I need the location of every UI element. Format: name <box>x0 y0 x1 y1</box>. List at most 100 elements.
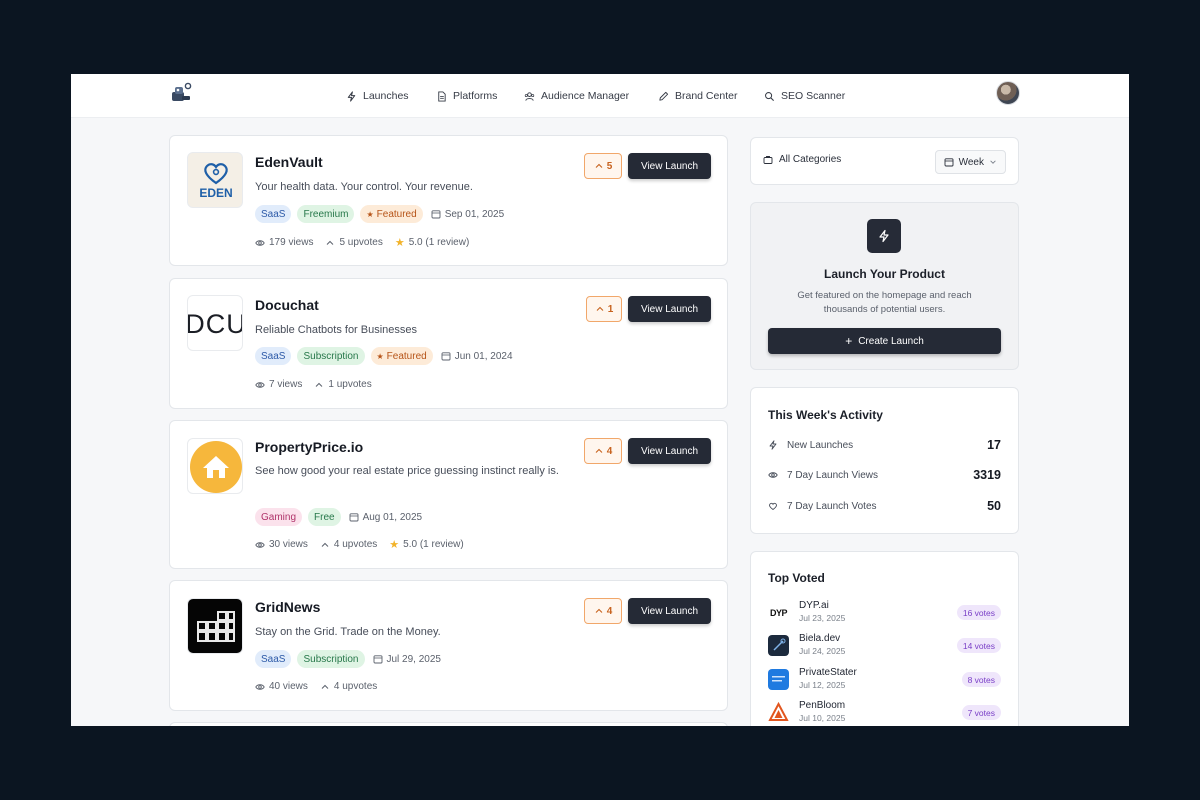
upvote-button[interactable]: 4 <box>584 598 622 624</box>
launch-card: PropertyPrice.io See how good your real … <box>169 420 728 569</box>
activity-row: New Launches 17 <box>768 435 1001 455</box>
top-voted-item[interactable]: PenBloom Jul 10, 2025 7 votes <box>768 699 1001 725</box>
tag[interactable]: Free <box>308 508 341 526</box>
top-voted-title: Top Voted <box>768 571 825 585</box>
launch-card-partial <box>169 722 728 726</box>
chevron-up-icon <box>595 163 603 168</box>
promo-description: Get featured on the homepage and reach t… <box>797 290 972 315</box>
top-voted-panel: Top Voted DYP DYP.ai Jul 23, 2025 16 vot… <box>750 551 1019 726</box>
launch-description: Reliable Chatbots for Businesses <box>255 324 418 336</box>
rating-text: 5.0 (1 review) <box>408 237 470 248</box>
site-logo-icon[interactable] <box>169 81 193 105</box>
activity-value: 17 <box>987 438 1001 452</box>
chevron-up-icon <box>316 382 323 387</box>
launch-title[interactable]: PropertyPrice.io <box>255 439 363 455</box>
nav-seo-scanner-label: SEO Scanner <box>781 90 846 102</box>
period-select[interactable]: Week <box>934 150 1006 174</box>
upvote-button[interactable]: 4 <box>584 438 622 464</box>
pencil-icon <box>659 91 669 101</box>
launch-logo <box>187 438 243 494</box>
launch-title[interactable]: Docuchat <box>255 297 319 313</box>
chevron-up-icon <box>321 542 329 547</box>
launch-date-text: Jul 29, 2025 <box>386 653 442 665</box>
tag[interactable]: Freemium <box>297 205 355 223</box>
eye-icon <box>255 541 265 548</box>
featured-tag[interactable]: ★ Featured <box>360 205 423 223</box>
top-voted-logo: DYP <box>768 602 789 623</box>
calendar-icon <box>944 158 954 167</box>
top-voted-item[interactable]: PrivateStater Jul 12, 2025 8 votes <box>768 666 1001 692</box>
bolt-icon <box>769 440 777 450</box>
create-launch-button[interactable]: + Create Launch <box>768 328 1001 354</box>
calendar-icon <box>441 352 451 361</box>
create-launch-label: Create Launch <box>858 335 924 347</box>
tag[interactable]: Subscription <box>297 347 365 365</box>
view-launch-button[interactable]: View Launch <box>628 598 711 624</box>
nav-platforms-label: Platforms <box>453 90 498 102</box>
calendar-icon <box>349 513 359 522</box>
calendar-icon <box>431 210 441 219</box>
launch-logo <box>187 598 243 654</box>
nav-launches[interactable]: Launches <box>346 86 409 106</box>
nav-seo-scanner[interactable]: SEO Scanner <box>764 86 845 106</box>
tag[interactable]: SaaS <box>255 205 292 223</box>
period-select-value: Week <box>958 156 984 168</box>
tag[interactable]: Subscription <box>297 650 365 668</box>
upvotes-count: 1 upvotes <box>328 379 372 390</box>
launch-title[interactable]: EdenVault <box>255 154 323 170</box>
tag[interactable]: SaaS <box>255 650 292 668</box>
nav-audience-manager[interactable]: Audience Manager <box>524 86 629 106</box>
top-voted-logo <box>768 669 789 690</box>
votes-badge: 8 votes <box>961 672 1001 687</box>
launch-card: EDEN EdenVault Your health data. Your co… <box>169 135 728 266</box>
upvote-count: 4 <box>606 605 613 617</box>
launch-title[interactable]: GridNews <box>255 599 320 615</box>
views-count: 7 views <box>269 379 303 390</box>
nav-brand-center[interactable]: Brand Center <box>658 86 737 106</box>
launch-logo: DCU <box>187 295 243 351</box>
category-filter-label: All Categories <box>779 154 842 165</box>
chevron-up-icon <box>327 240 334 245</box>
category-filter[interactable]: All Categories <box>763 154 841 165</box>
view-launch-button[interactable]: View Launch <box>628 438 711 464</box>
chevron-down-icon <box>990 160 996 164</box>
upvote-count: 5 <box>606 160 613 172</box>
plus-icon: + <box>845 334 853 348</box>
launch-tags: Gaming Free Aug 01, 2025 <box>255 508 422 526</box>
featured-tag[interactable]: ★ Featured <box>370 347 433 365</box>
nav-platforms[interactable]: Platforms <box>436 86 497 106</box>
launch-logo-text: EDEN <box>199 186 232 200</box>
votes-badge: 14 votes <box>956 638 1001 653</box>
user-avatar[interactable] <box>996 81 1020 105</box>
tag[interactable]: Gaming <box>255 508 303 526</box>
launch-stats: 179 views 5 upvotes ★ 5.0 (1 review) <box>255 236 469 249</box>
view-launch-button[interactable]: View Launch <box>628 296 711 322</box>
eye-icon <box>255 239 265 246</box>
launch-description: See how good your real estate price gues… <box>255 465 559 477</box>
nav-audience-manager-label: Audience Manager <box>541 90 630 102</box>
top-voted-logo <box>768 702 789 723</box>
launch-card: GridNews Stay on the Grid. Trade on the … <box>169 580 728 711</box>
top-voted-item[interactable]: Biela.dev Jul 24, 2025 14 votes <box>768 632 1001 658</box>
launch-tags: SaaS Freemium ★ Featured Sep 01, 2025 <box>255 205 504 223</box>
views-count: 30 views <box>269 539 308 550</box>
chevron-up-icon <box>595 448 603 453</box>
promo-title: Launch Your Product <box>824 267 945 281</box>
view-launch-button[interactable]: View Launch <box>628 153 711 179</box>
upvote-button[interactable]: 1 <box>586 296 622 322</box>
upvote-button[interactable]: 5 <box>584 153 622 179</box>
tag[interactable]: SaaS <box>255 347 292 365</box>
star-icon: ★ <box>376 351 384 361</box>
launch-date: Sep 01, 2025 <box>431 209 504 220</box>
top-voted-date: Jul 12, 2025 <box>799 680 846 690</box>
folder-icon <box>763 155 773 164</box>
top-voted-item[interactable]: DYP DYP.ai Jul 23, 2025 16 votes <box>768 599 1001 625</box>
activity-label: 7 Day Launch Votes <box>787 500 877 512</box>
launch-date: Jun 01, 2024 <box>441 351 513 362</box>
activity-title: This Week's Activity <box>768 408 883 422</box>
chevron-up-icon <box>595 608 603 613</box>
top-voted-name: Biela.dev <box>799 633 841 644</box>
activity-row: 7 Day Launch Views 3319 <box>768 465 1001 485</box>
votes-badge: 7 votes <box>961 705 1001 720</box>
upvote-count: 4 <box>606 445 613 457</box>
